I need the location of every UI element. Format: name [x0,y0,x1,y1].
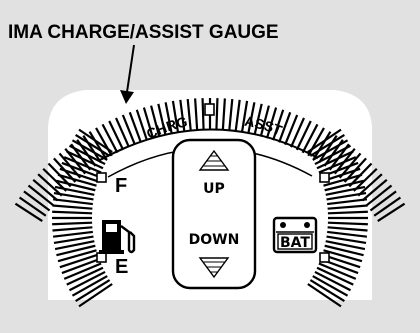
center-marker [204,103,215,116]
fuel-full-marker [96,172,107,183]
fuel-empty-label: E [115,256,128,278]
battery-top-marker [319,172,330,183]
charge-assist-bar-segment [215,98,219,131]
up-label: UP [203,181,225,197]
battery-label: BAT [280,235,310,251]
charge-assist-bar-segment [201,98,205,131]
gauge-diagram: IMA CHARGE/ASSIST GAUGE CHRG ASST F E UP… [0,0,420,333]
fuel-full-label: F [115,175,127,197]
caption: IMA CHARGE/ASSIST GAUGE [8,22,279,43]
down-label: DOWN [189,232,240,248]
dial-face-lower-strip [48,296,372,300]
battery-bottom-marker [319,252,330,263]
fuel-empty-marker [96,252,107,263]
